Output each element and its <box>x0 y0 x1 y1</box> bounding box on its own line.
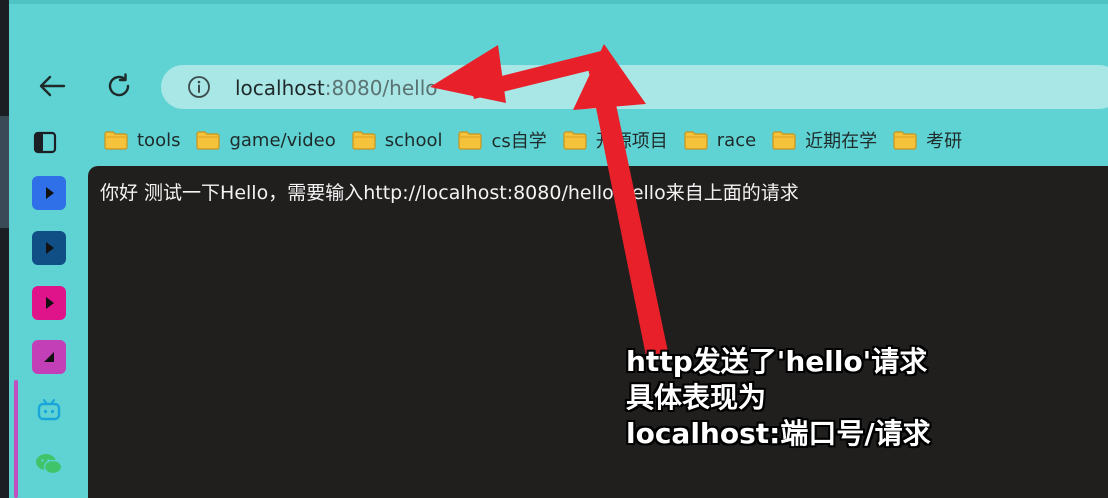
url-host: localhost <box>235 76 325 100</box>
bookmark-folder[interactable]: 近期在学 <box>772 126 877 154</box>
page-body-text: 你好 测试一下Hello，需要输入http://localhost:8080/h… <box>100 182 799 204</box>
annotation-text: http发送了'hello'请求 具体表现为 localhost:端口号/请求 <box>626 344 931 452</box>
bookmark-label: race <box>716 129 757 151</box>
bookmark-label: 近期在学 <box>805 131 878 152</box>
folder-icon <box>772 131 796 150</box>
play-app-icon-blue[interactable] <box>32 176 66 210</box>
title-bar <box>9 0 1108 4</box>
bookmark-label: game/video <box>229 129 336 151</box>
bookmark-label: cs自学 <box>491 131 547 152</box>
folder-icon <box>684 131 708 150</box>
bookmark-folder[interactable]: cs自学 <box>458 126 547 154</box>
play-app-icon-dark-blue[interactable] <box>32 231 66 265</box>
folder-icon <box>104 131 128 150</box>
url-path: :8080/hello <box>324 76 438 100</box>
back-button[interactable] <box>30 64 74 108</box>
bookmark-label: 考研 <box>926 131 963 152</box>
window-edge <box>0 0 9 498</box>
bookmarks-bar: tools game/video school cs自学 开源项目 race 近期在学 考研 <box>104 126 978 154</box>
annotation-line: http发送了'hello'请求 <box>626 345 928 378</box>
wedge-app-icon-purple[interactable] <box>32 340 66 374</box>
bookmark-folder[interactable]: game/video <box>196 126 336 154</box>
site-info-icon[interactable] <box>186 74 212 100</box>
page-content <box>88 166 1108 498</box>
folder-icon <box>458 131 483 150</box>
folder-icon <box>893 131 917 150</box>
bookmark-label: 开源项目 <box>595 131 668 152</box>
folder-icon <box>196 131 221 150</box>
sidebar-toggle-icon[interactable] <box>32 129 58 155</box>
bookmark-folder[interactable]: school <box>352 126 443 154</box>
bookmark-folder[interactable]: 开源项目 <box>563 126 668 154</box>
url-text[interactable]: localhost:8080/hello <box>235 73 438 103</box>
bookmark-folder[interactable]: race <box>684 126 756 154</box>
bookmark-label: tools <box>137 129 181 151</box>
play-app-icon-magenta[interactable] <box>32 286 66 320</box>
bilibili-icon[interactable] <box>32 393 66 427</box>
reload-button[interactable] <box>97 64 141 108</box>
bookmark-folder[interactable]: tools <box>104 126 180 154</box>
sidebar-accent <box>14 380 18 498</box>
annotation-line: localhost:端口号/请求 <box>626 417 931 450</box>
bookmark-label: school <box>384 129 443 151</box>
folder-icon <box>352 131 376 150</box>
bookmark-folder[interactable]: 考研 <box>893 126 962 154</box>
window-edge-tab <box>0 116 9 228</box>
reload-icon <box>108 73 130 97</box>
arrow-left-icon <box>39 75 66 97</box>
annotation-line: 具体表现为 <box>626 381 767 414</box>
wechat-icon[interactable] <box>32 447 66 481</box>
folder-icon <box>563 131 587 150</box>
